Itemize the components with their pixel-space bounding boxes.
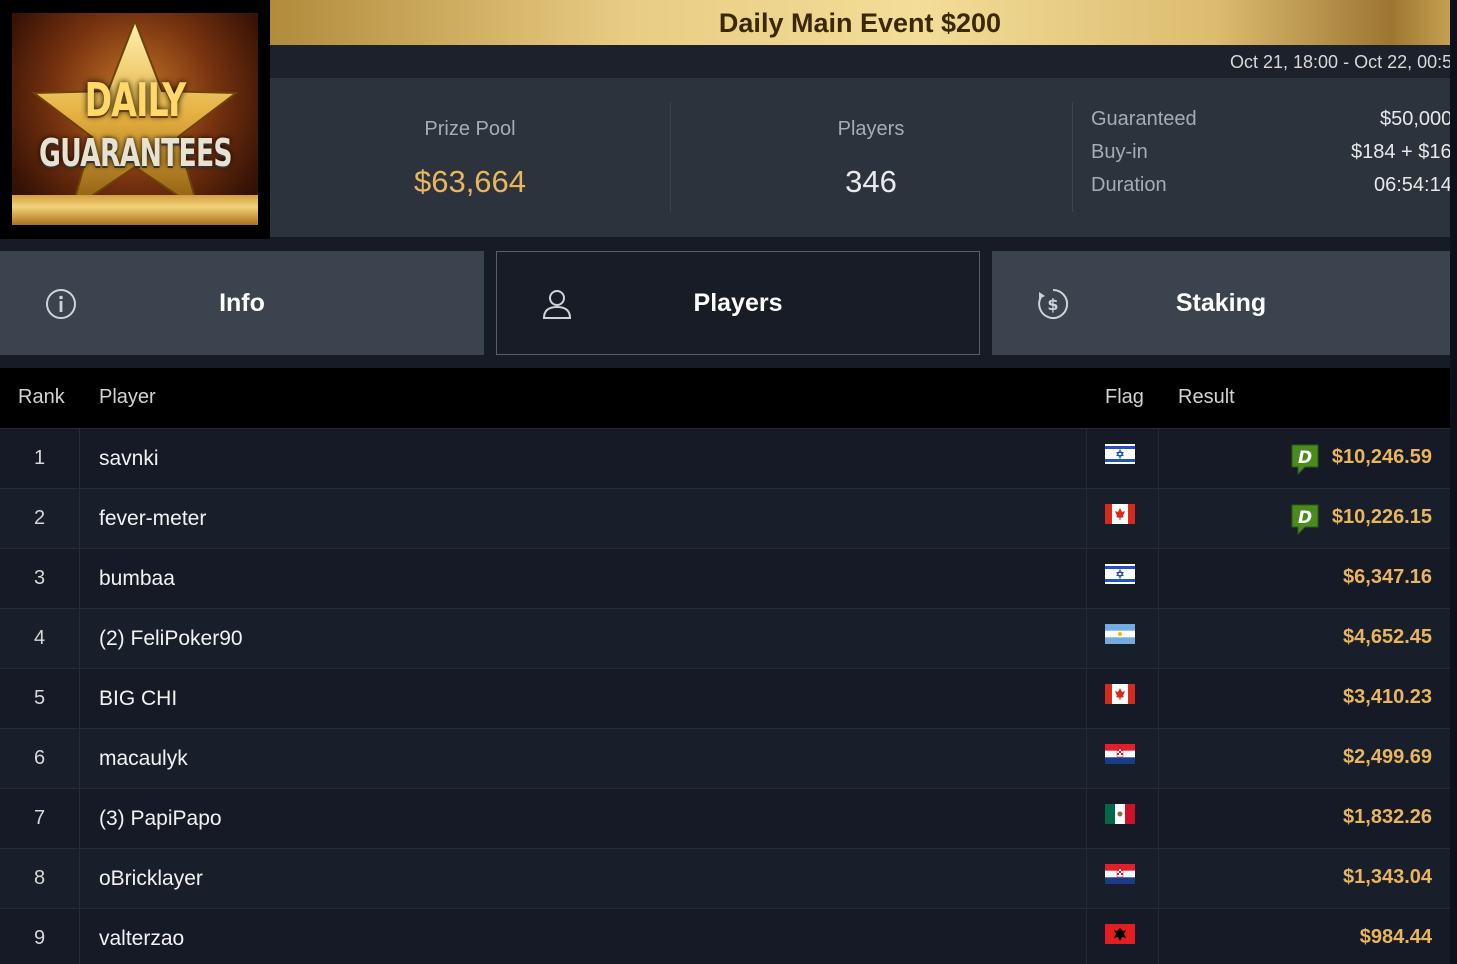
column-header-flag[interactable]: Flag <box>1105 386 1144 409</box>
tournament-title: Daily Main Event $200 <box>718 8 1002 38</box>
tab-label: Staking <box>1175 289 1267 317</box>
date-bar: Oct 21, 18:00 - Oct 22, 00:5 <box>270 45 1450 78</box>
tournament-stats-panel: Prize Pool $63,664 Players 346 Guarantee… <box>270 78 1450 237</box>
result-cell: $2,499.69 <box>1343 746 1432 768</box>
tab-info[interactable]: Info <box>0 251 484 355</box>
logo-text-daily: DAILY <box>84 73 187 127</box>
table-row[interactable]: 5 BIG CHI $3,410.23 <box>0 668 1450 729</box>
table-row[interactable]: 3 bumbaa $6,347.16 <box>0 548 1450 609</box>
table-row[interactable]: 4 (2) FeliPoker90 $4,652.45 <box>0 608 1450 669</box>
tab-label: Info <box>219 289 265 317</box>
staking-badge[interactable]: D <box>1288 442 1322 481</box>
result-cell: $10,246.59 <box>1331 446 1432 468</box>
table-row[interactable]: 7 (3) PapiPapo $1,832.26 <box>0 788 1450 849</box>
flag-cell <box>1086 489 1159 549</box>
rank-cell: 1 <box>0 429 80 489</box>
players-count-value: 346 <box>845 164 897 199</box>
table-row[interactable]: 6 macaulyk $2,499.69 <box>0 728 1450 789</box>
table-header: Rank Player Flag Result <box>0 368 1450 428</box>
rank-cell: 7 <box>0 789 80 849</box>
logo-text-guarantees: GUARANTEES <box>39 131 233 175</box>
detail-label: Guaranteed <box>1091 108 1197 130</box>
detail-value: $50,000 <box>1380 108 1450 130</box>
flag-israel-icon <box>1105 564 1135 584</box>
rank-cell: 9 <box>0 909 80 964</box>
flag-cell <box>1086 609 1159 669</box>
flag-cell <box>1086 669 1159 729</box>
detail-row-buyin: Buy-in $184 + $16 <box>1091 141 1450 174</box>
tab-bar: Info Players $ Staking <box>0 237 1450 368</box>
result-cell: $10,226.15 <box>1331 506 1432 528</box>
detail-row-guaranteed: Guaranteed $50,000 <box>1091 108 1450 141</box>
detail-value: 06:54:14 <box>1374 174 1450 196</box>
result-cell: $4,652.45 <box>1343 626 1432 648</box>
title-bar: Daily Main Event $200 <box>270 0 1450 45</box>
column-header-result[interactable]: Result <box>1178 386 1235 409</box>
svg-text:D: D <box>1298 448 1312 468</box>
tab-label: Players <box>693 289 783 317</box>
tournament-logo: DAILY GUARANTEES <box>0 0 270 239</box>
flag-cell <box>1086 429 1159 489</box>
prize-pool-label: Prize Pool <box>424 118 516 140</box>
players-count-label: Players <box>837 118 905 140</box>
table-row[interactable]: 8 oBricklayer $1,343.04 <box>0 848 1450 909</box>
detail-row-duration: Duration 06:54:14 <box>1091 174 1450 207</box>
player-name-cell[interactable]: valterzao <box>99 909 184 964</box>
rank-cell: 8 <box>0 849 80 909</box>
flag-cell <box>1086 909 1159 964</box>
player-name-cell[interactable]: bumbaa <box>99 549 175 608</box>
result-cell: $1,832.26 <box>1343 806 1432 828</box>
flag-mexico-icon <box>1105 804 1135 824</box>
table-row[interactable]: 9 valterzao $984.44 <box>0 908 1450 964</box>
player-name-cell[interactable]: oBricklayer <box>99 849 203 908</box>
result-cell: $984.44 <box>1359 926 1432 948</box>
flag-cell <box>1086 729 1159 789</box>
player-name-cell[interactable]: BIG CHI <box>99 669 177 728</box>
detail-label: Buy-in <box>1091 141 1148 163</box>
rank-cell: 2 <box>0 489 80 549</box>
staking-badge-icon: D <box>1291 444 1319 476</box>
staking-badge[interactable]: D <box>1288 502 1322 541</box>
table-row[interactable]: 1 savnki D $10,246.59 <box>0 428 1450 489</box>
result-cell: $3,410.23 <box>1343 686 1432 708</box>
flag-albania-icon <box>1105 924 1135 944</box>
player-name-cell[interactable]: macaulyk <box>99 729 188 788</box>
player-name-cell[interactable]: (3) PapiPapo <box>99 789 222 848</box>
player-name-cell[interactable]: savnki <box>99 429 159 488</box>
flag-argentina-icon <box>1105 624 1135 644</box>
flag-cell <box>1086 789 1159 849</box>
flag-cell <box>1086 549 1159 609</box>
flag-cell <box>1086 849 1159 909</box>
rank-cell: 6 <box>0 729 80 789</box>
table-row[interactable]: 2 fever-meter D $10,226.15 <box>0 488 1450 549</box>
svg-text:D: D <box>1298 508 1312 528</box>
result-cell: $1,343.04 <box>1343 866 1432 888</box>
players-table: Rank Player Flag Result 1 savnki D $10,246.… <box>0 368 1450 964</box>
tournament-date-range: Oct 21, 18:00 - Oct 22, 00:5 <box>1230 52 1450 72</box>
flag-canada-icon <box>1105 684 1135 704</box>
staking-badge-icon: D <box>1291 504 1319 536</box>
rank-cell: 5 <box>0 669 80 729</box>
tab-staking[interactable]: $ Staking <box>992 251 1450 355</box>
tab-players[interactable]: Players <box>496 251 980 355</box>
tournament-details: Guaranteed $50,000 Buy-in $184 + $16 Dur… <box>1091 108 1450 207</box>
prize-pool-value: $63,664 <box>413 164 527 199</box>
player-name-cell[interactable]: (2) FeliPoker90 <box>99 609 243 668</box>
column-header-player[interactable]: Player <box>99 386 156 409</box>
rank-cell: 3 <box>0 549 80 609</box>
rank-cell: 4 <box>0 609 80 669</box>
flag-canada-icon <box>1105 504 1135 524</box>
detail-label: Duration <box>1091 174 1167 196</box>
flag-croatia-icon <box>1105 864 1135 884</box>
flag-croatia-icon <box>1105 744 1135 764</box>
flag-israel-icon <box>1105 444 1135 464</box>
result-cell: $6,347.16 <box>1343 566 1432 588</box>
table-body: 1 savnki D $10,246.59 2 fever-meter D $10,226.1… <box>0 428 1450 964</box>
logo-floor <box>12 195 258 225</box>
column-header-rank[interactable]: Rank <box>18 386 65 409</box>
daily-guarantees-logo: DAILY GUARANTEES <box>12 13 258 225</box>
player-name-cell[interactable]: fever-meter <box>99 489 206 548</box>
divider <box>1072 102 1073 212</box>
detail-value: $184 + $16 <box>1351 141 1450 163</box>
